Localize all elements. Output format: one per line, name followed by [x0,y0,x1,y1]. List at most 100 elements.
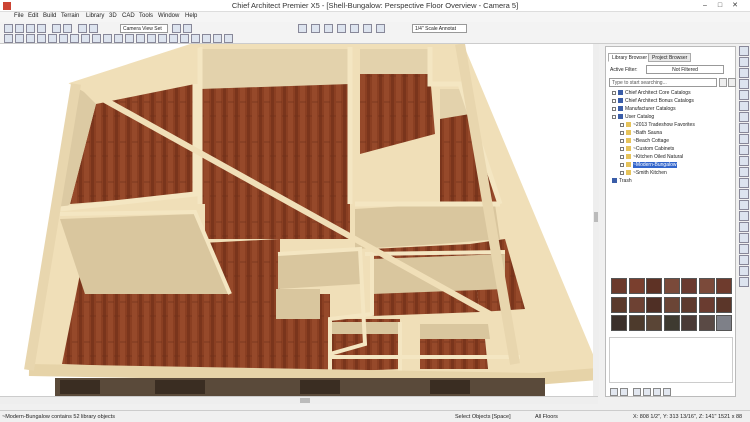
material-swatch[interactable] [628,315,645,331]
select-objects-icon[interactable] [4,34,13,43]
active-filter-select[interactable]: Not Filtered [646,65,724,74]
menu-tools[interactable]: Tools [139,13,153,19]
material-swatch[interactable] [698,296,715,313]
scroll-thumb[interactable] [300,398,310,403]
side-tool-icon[interactable] [739,134,749,144]
tree-item-core-catalogs[interactable]: Chief Architect Core Catalogs [612,90,691,97]
side-tool-icon[interactable] [739,46,749,56]
side-tool-icon[interactable] [739,123,749,133]
side-tool-icon[interactable] [739,145,749,155]
view-large-icon[interactable] [663,388,671,396]
save-icon[interactable] [26,24,35,33]
home-icon[interactable] [610,388,618,396]
side-tool-icon[interactable] [739,90,749,100]
dimension-tool-icon[interactable] [376,24,385,33]
wall-tool-icon[interactable] [298,24,307,33]
material-swatch[interactable] [716,296,732,313]
search-icon[interactable] [719,78,727,87]
zoom-icon[interactable] [78,24,87,33]
resize-icon[interactable] [103,34,112,43]
camera-view-select[interactable]: Camera View Set [120,24,168,33]
side-tool-icon[interactable] [739,233,749,243]
side-tool-icon[interactable] [739,200,749,210]
door-tool-icon[interactable] [324,24,333,33]
maximize-button[interactable]: □ [715,1,725,10]
up-arrow-icon[interactable] [213,34,222,43]
material-swatch[interactable] [681,278,697,294]
menu-library[interactable]: Library [86,13,104,19]
tree-item-folder[interactable]: ~2013 Tradeshow Favorites [620,122,695,129]
edit-icon[interactable] [26,34,35,43]
stairs-tool-icon[interactable] [350,24,359,33]
menu-help[interactable]: Help [185,13,197,19]
floor-plan-render[interactable] [0,44,598,396]
side-tool-icon[interactable] [739,101,749,111]
side-tool-icon[interactable] [739,156,749,166]
redo-icon[interactable] [63,24,72,33]
menu-build[interactable]: Build [43,13,56,19]
tree-item-folder[interactable]: ~Beach Cottage [620,138,669,145]
tree-item-manufacturer-catalogs[interactable]: Manufacturer Catalogs [612,106,676,113]
text-icon[interactable] [147,34,156,43]
side-tool-icon[interactable] [739,255,749,265]
side-tool-icon[interactable] [739,244,749,254]
3d-viewport[interactable] [0,44,598,396]
material-swatch[interactable] [628,278,645,294]
scale-annotation-select[interactable]: 1/4" Scale Annotat [412,24,467,33]
side-tool-icon[interactable] [739,266,749,276]
cabinet-tool-icon[interactable] [311,24,320,33]
menu-terrain[interactable]: Terrain [61,13,79,19]
menu-window[interactable]: Window [158,13,179,19]
vertical-scrollbar[interactable] [593,44,599,396]
material-swatch[interactable] [646,315,662,331]
material-swatch[interactable] [628,296,645,313]
open-icon[interactable] [15,24,24,33]
undo-icon[interactable] [52,24,61,33]
side-tool-icon[interactable] [739,277,749,287]
render-icon[interactable] [183,24,192,33]
tree-item-folder[interactable]: ~Custom Cabinets [620,146,674,153]
side-tool-icon[interactable] [739,211,749,221]
tree-item-folder[interactable]: ~Bath Sauna [620,130,662,137]
window-tool-icon[interactable] [337,24,346,33]
side-tool-icon[interactable] [739,178,749,188]
material-swatch[interactable] [716,315,732,331]
tree-item-bonus-catalogs[interactable]: Chief Architect Bonus Catalogs [612,98,694,105]
new-plan-icon[interactable] [4,24,13,33]
back-icon[interactable] [620,388,628,396]
layer-icon[interactable] [136,34,145,43]
material-swatch[interactable] [698,315,715,331]
horizontal-scrollbar[interactable] [0,396,598,404]
material-swatch[interactable] [681,315,697,331]
roof-tool-icon[interactable] [363,24,372,33]
menu-edit[interactable]: Edit [28,13,38,19]
material-swatch[interactable] [646,296,662,313]
group-select-icon[interactable] [15,34,24,43]
view-detail-icon[interactable] [653,388,661,396]
close-button[interactable]: ✕ [730,1,740,10]
view-list-icon[interactable] [633,388,641,396]
3d-view-icon[interactable] [158,34,167,43]
minimize-button[interactable]: – [700,1,710,10]
search-options-icon[interactable] [728,78,736,87]
menu-3d[interactable]: 3D [109,13,117,19]
side-tool-icon[interactable] [739,79,749,89]
tree-item-modern-bungalow[interactable]: ~Modern-Bungalow [620,162,677,169]
material-swatch[interactable] [646,278,662,294]
material-swatch[interactable] [698,278,715,294]
view-grid-icon[interactable] [643,388,651,396]
material-swatch[interactable] [663,296,680,313]
elevation-icon[interactable] [169,34,178,43]
material-painter-icon[interactable] [125,34,134,43]
side-tool-icon[interactable] [739,57,749,67]
menu-file[interactable]: File [14,13,24,19]
material-swatch[interactable] [611,296,627,313]
material-swatch[interactable] [611,315,627,331]
arrow-icon[interactable] [202,34,211,43]
scroll-thumb[interactable] [594,212,598,222]
mirror-icon[interactable] [92,34,101,43]
help-icon[interactable] [191,34,200,43]
plan-view-icon[interactable] [180,34,189,43]
down-arrow-icon[interactable] [224,34,233,43]
tree-item-user-catalog[interactable]: User Catalog [612,114,654,121]
